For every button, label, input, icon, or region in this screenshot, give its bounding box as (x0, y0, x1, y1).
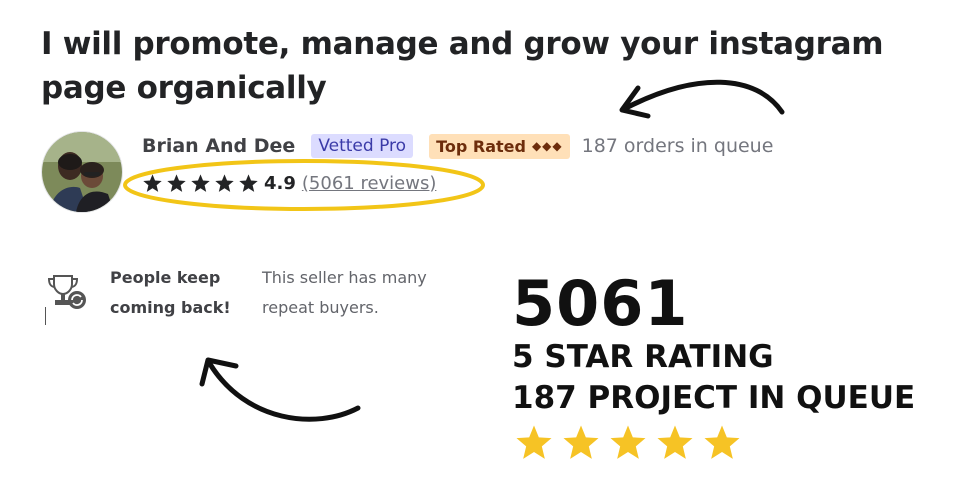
annotation-arrow-icon (199, 357, 361, 422)
star-icon (657, 425, 693, 459)
highlight-title-line1: People keep (110, 268, 221, 287)
text-cursor (45, 307, 46, 325)
annotation-arrow-icon (619, 79, 785, 119)
orders-in-queue: 187 orders in queue (581, 135, 774, 157)
diamond-icon: ◆◆◆ (531, 139, 563, 153)
highlight-ellipse-icon (123, 159, 485, 211)
star-rating-headline: 5 STAR RATING (512, 339, 774, 375)
highlight-title-line2: coming back! (110, 298, 231, 317)
highlight-desc-line1: This seller has many (262, 268, 427, 287)
star-icon (516, 425, 552, 459)
queue-headline: 187 PROJECT IN QUEUE (512, 380, 916, 416)
star-icon (610, 425, 646, 459)
top-rated-badge[interactable]: Top Rated ◆◆◆ (429, 133, 570, 159)
star-icon (563, 425, 599, 459)
vetted-pro-badge[interactable]: Vetted Pro (311, 134, 414, 158)
star-icon (704, 425, 740, 459)
gig-title-line2: page organically (41, 70, 327, 106)
seller-avatar[interactable] (41, 131, 123, 213)
seller-name-link[interactable]: Brian And Dee (142, 135, 295, 157)
highlight-description: This seller has many repeat buyers. (262, 263, 427, 323)
highlight-desc-line2: repeat buyers. (262, 298, 379, 317)
review-count-headline: 5061 (512, 267, 689, 340)
gig-title-line1: I will promote, manage and grow your ins… (41, 26, 884, 62)
seller-info-row: Brian And Dee Vetted Pro Top Rated ◆◆◆ 1… (142, 132, 773, 160)
gold-stars (514, 423, 749, 463)
trophy-repeat-icon (47, 275, 86, 309)
highlight-title: People keep coming back! (110, 263, 231, 323)
top-rated-label: Top Rated (436, 136, 526, 156)
